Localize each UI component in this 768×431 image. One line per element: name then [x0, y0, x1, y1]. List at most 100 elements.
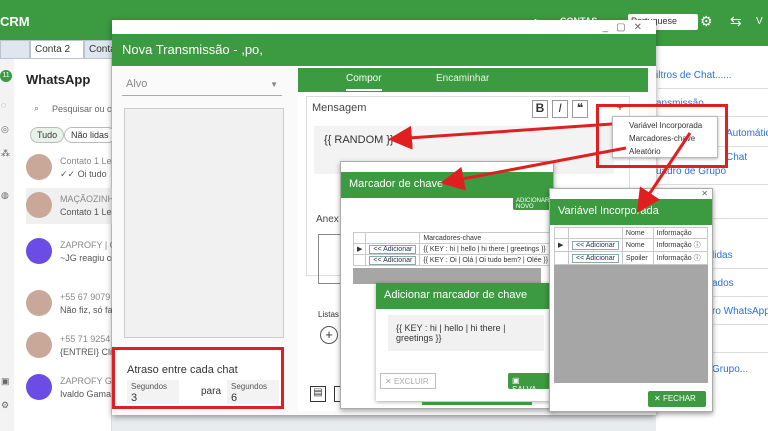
avatar	[26, 154, 52, 180]
search-icon: ⌕	[34, 103, 40, 113]
target-select[interactable]: Alvo ▼	[122, 74, 282, 96]
embedded-variable-window: ✕ Variável Incorporada Nome Informação ▶ <…	[549, 188, 713, 412]
gear-icon[interactable]: ⚙	[700, 13, 713, 30]
right-link-automatic[interactable]: Automátic	[726, 128, 768, 139]
avatar	[26, 192, 52, 218]
embedded-variable-title: Variável Incorporada	[550, 199, 712, 225]
menu-item-key-markers[interactable]: Marcadores-chave	[629, 134, 695, 143]
avatar	[26, 238, 52, 264]
right-link-filters[interactable]: iltros de Chat......	[656, 70, 732, 81]
variable-info: Informação ⓘ	[652, 251, 709, 265]
add-new-button[interactable]: ADICIONAR NOVO	[513, 196, 553, 210]
list-item[interactable]: ZAPROFY GUIA Ivaldo Gama r	[26, 370, 127, 406]
list-item[interactable]: +55 71 9254 {ENTREI} Cliqu	[26, 328, 122, 364]
user-initial[interactable]: V	[756, 16, 763, 27]
settings-icon[interactable]: ⚙	[1, 400, 9, 411]
scrollbar[interactable]	[422, 402, 532, 405]
delay-min-field[interactable]: Segundos 3	[127, 380, 179, 404]
delay-max-label: Segundos	[231, 382, 268, 391]
key-marker-text: {{ KEY : hi | hello | hi there | greetin…	[396, 323, 506, 343]
contact-name: +55 71 9254	[60, 334, 111, 344]
lists-label: Listas	[318, 310, 339, 319]
quote-button[interactable]: ❝	[572, 100, 588, 118]
bold-button[interactable]: B	[532, 100, 548, 118]
tab-encaminhar[interactable]: Encaminhar	[436, 73, 489, 84]
tab-compor[interactable]: Compor	[346, 73, 382, 91]
delay-max-field[interactable]: Segundos 6	[227, 380, 279, 404]
list-item[interactable]: MAÇÃOZINHA Contato 1 Lead	[26, 188, 122, 224]
close-label: FECHAR	[662, 394, 696, 403]
delay-box: Atraso entre cada chat Segundos 3 para S…	[112, 347, 284, 409]
key-marker-input[interactable]: {{ KEY : hi | hello | hi there | greetin…	[388, 315, 544, 351]
table-row[interactable]: << Adicionar Spoiler Informação ⓘ	[554, 251, 709, 265]
message-label: Mensagem	[312, 102, 367, 114]
menu-item-random[interactable]: Aleatório	[629, 147, 661, 156]
channels-icon[interactable]: ◎	[1, 124, 9, 135]
add-list-icon[interactable]: +	[320, 326, 338, 344]
list-item[interactable]: ZAPROFY | GA ~JG reagiu co	[26, 234, 123, 270]
right-link-read[interactable]: lidas	[712, 250, 733, 261]
target-list[interactable]	[124, 108, 284, 338]
target-label: Alvo	[126, 78, 148, 90]
key-value: {{ KEY : hi | hello | hi there | greetin…	[419, 243, 553, 255]
tab-account-1[interactable]	[0, 40, 30, 59]
key-value: {{ KEY : Oi | Olá | Oi tudo bem? | Olée …	[419, 254, 553, 266]
delay-label: Atraso entre cada chat	[127, 364, 238, 376]
list-item[interactable]: Contato 1 Lead ✓✓ Oi tudo	[26, 150, 122, 186]
table-empty-area	[353, 268, 541, 284]
modal-titlebar: _▢✕	[112, 20, 656, 34]
contact-message: Ivaldo Gama r	[60, 389, 117, 399]
dropdown-arrow-icon: ▼	[270, 80, 278, 89]
swap-icon[interactable]: ⇆	[730, 13, 742, 30]
add-variable-button[interactable]: << Adicionar	[572, 240, 619, 250]
contact-message: ~JG reagiu co	[60, 253, 117, 263]
right-link-whatsapp[interactable]: ro WhatsApp	[712, 306, 768, 317]
filter-all[interactable]: Tudo	[30, 127, 65, 143]
variable-name: Spoiler	[621, 251, 654, 265]
media-icon[interactable]: ▣	[1, 376, 10, 387]
contact-message: Não fiz, só fale	[60, 305, 120, 315]
add-variable-button[interactable]: << Adicionar	[572, 253, 619, 263]
meta-ai-icon[interactable]: ◍	[1, 190, 9, 201]
tab-account-2[interactable]: Conta 2	[30, 40, 84, 59]
attachment-label: Anex	[316, 214, 339, 225]
contact-name: MAÇÃOZINHA	[60, 194, 121, 204]
save-icon[interactable]: ▤	[310, 386, 326, 402]
key-marker-title: Marcador de chave	[341, 172, 553, 198]
list-item[interactable]: +55 67 9079 Não fiz, só fale	[26, 286, 120, 322]
account-tabs: Conta 2 Conta	[0, 40, 120, 59]
close-button[interactable]: ✕ FECHAR	[648, 391, 706, 407]
compose-tabbar: Compor Encaminhar	[298, 68, 648, 92]
window-controls[interactable]: _▢✕	[603, 22, 650, 33]
search-input[interactable]: ⌕ Pesquisar ou con	[26, 100, 122, 118]
contact-name: +55 67 9079	[60, 292, 111, 302]
delay-min-value: 3	[131, 392, 138, 404]
header-name: Nome	[621, 227, 654, 239]
close-icon: ✕	[654, 394, 663, 403]
right-link-group[interactable]: Grupo...	[712, 364, 748, 375]
table-row[interactable]: << Adicionar{{ KEY : Oi | Olá | Oi tudo …	[352, 254, 553, 266]
avatar	[26, 332, 52, 358]
add-key-button[interactable]: << Adicionar	[369, 244, 417, 254]
save-button[interactable]: ▣ SALVA	[508, 373, 550, 394]
contact-message: ✓✓ Oi tudo	[60, 169, 107, 179]
menu-item-variable[interactable]: Variável Incorporada	[629, 121, 702, 130]
table-row[interactable]: ▶ << Adicionar Nome Informação ⓘ	[554, 238, 709, 252]
filter-unread[interactable]: Não lidas	[64, 127, 116, 143]
message-text: {{ RANDOM }}	[324, 134, 394, 146]
whatsapp-title: WhatsApp	[26, 72, 91, 87]
table-header: Marcadores-chave	[419, 232, 553, 244]
delete-button[interactable]: ✕ EXCLUIR	[380, 373, 436, 389]
table-row[interactable]: ▶ << Adicionar{{ KEY : hi | hello | hi th…	[352, 243, 553, 255]
close-icon[interactable]: ✕	[701, 189, 708, 198]
right-link-chat[interactable]: Chat	[726, 152, 747, 163]
status-icon[interactable]: ◌	[1, 100, 6, 110]
add-key-button[interactable]: << Adicionar	[369, 255, 417, 265]
italic-button[interactable]: I	[552, 100, 568, 118]
delay-to-label: para	[201, 386, 222, 397]
community-icon[interactable]: ⁂	[1, 148, 10, 159]
modal-title: Nova Transmissão - ,po,	[112, 34, 656, 66]
save-label: SALVA	[512, 385, 537, 394]
save-icon: ▣	[512, 376, 520, 385]
right-link-dados[interactable]: ados	[712, 278, 734, 289]
